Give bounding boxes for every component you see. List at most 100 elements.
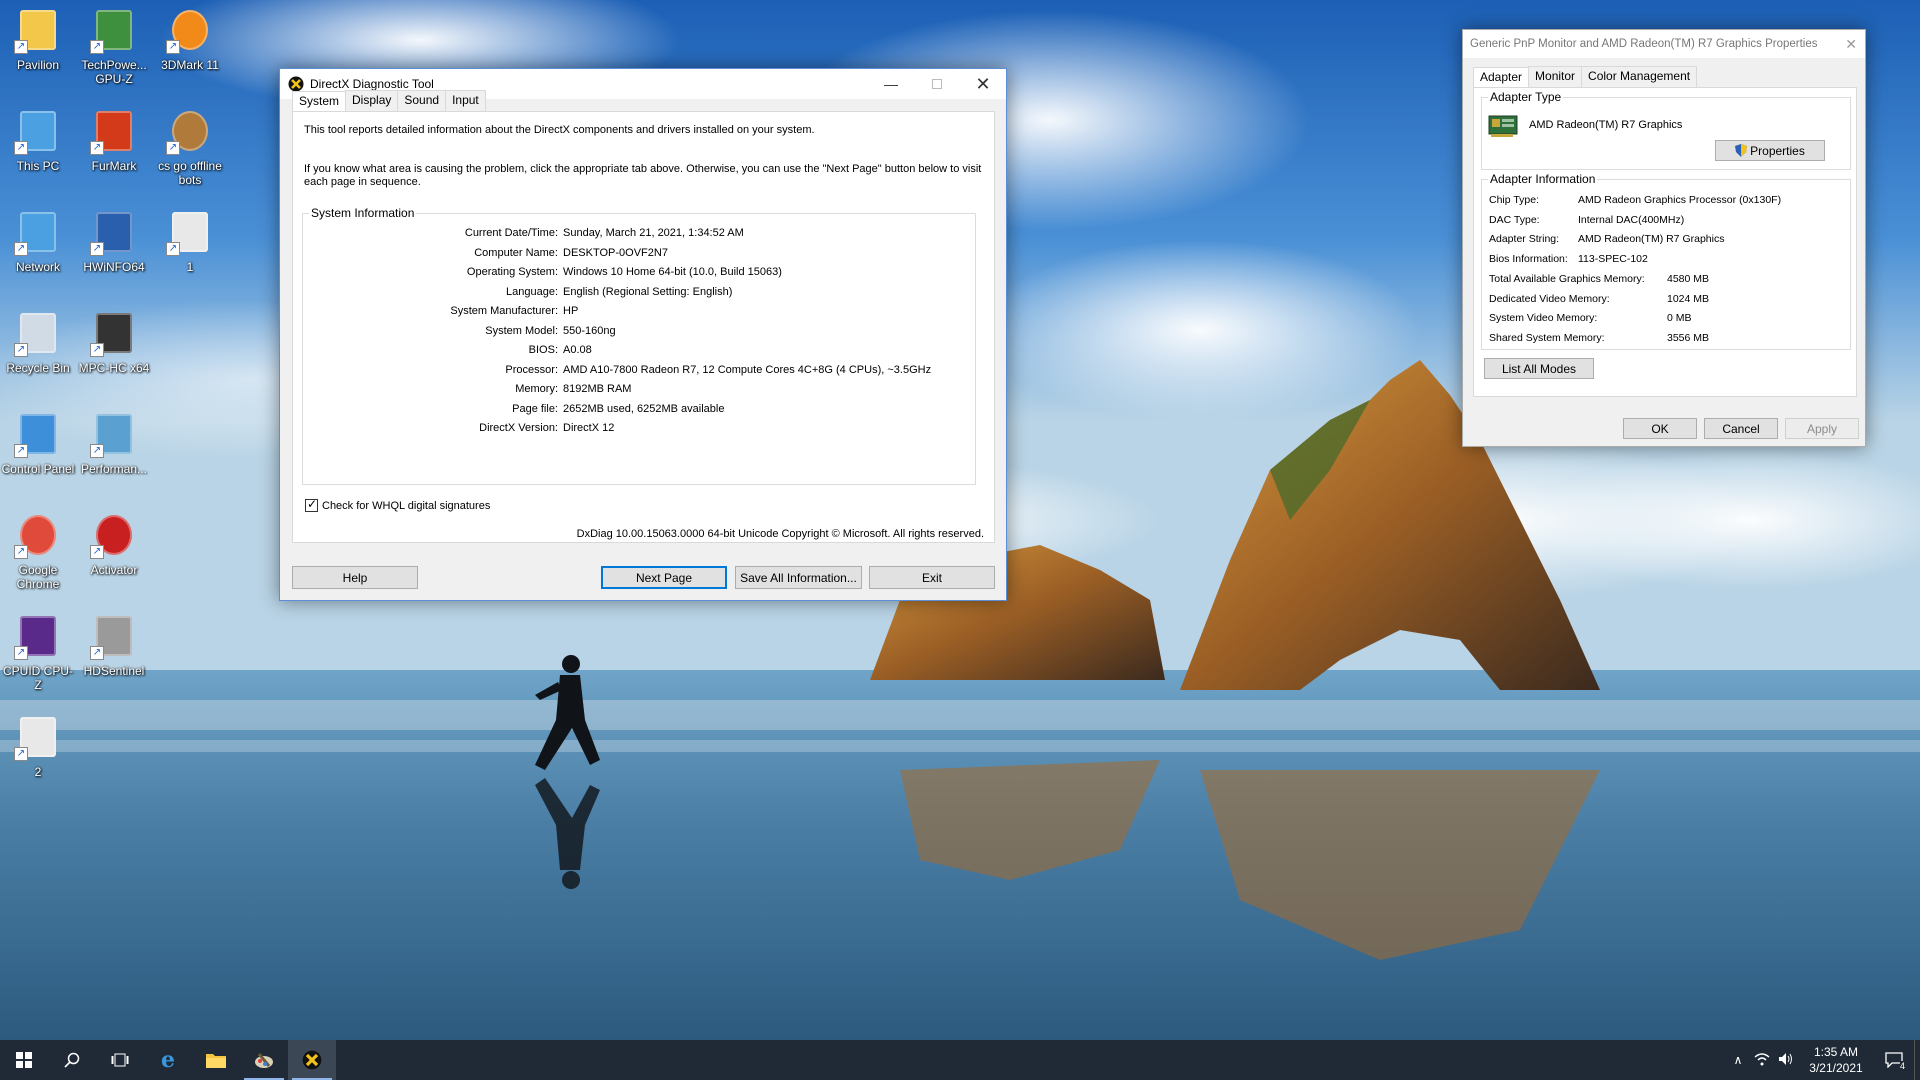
tab-color-management[interactable]: Color Management: [1581, 66, 1698, 87]
system-info-label: Computer Name:: [474, 246, 558, 259]
intro-text: This tool reports detailed information a…: [304, 124, 815, 136]
notification-count-badge: 4: [1899, 1061, 1905, 1071]
desktop-icon[interactable]: ↗ Pavilion: [0, 6, 76, 72]
mpc-hc-icon: ↗: [90, 309, 138, 357]
desktop-icon[interactable]: ↗ HWiNFO64: [76, 208, 152, 274]
desktop-icon[interactable]: ↗ Activator: [76, 511, 152, 577]
file-explorer-icon: [206, 1054, 226, 1068]
help-button[interactable]: Help: [292, 566, 418, 589]
desktop-icon[interactable]: ↗ CPUID CPU-Z: [0, 612, 76, 692]
tab-input[interactable]: Input: [445, 90, 486, 111]
adapter-tab-panel: Adapter Type AMD Radeon(TM) R7 Graphics …: [1473, 87, 1857, 397]
whql-checkbox[interactable]: [305, 497, 318, 512]
whql-checkbox-row[interactable]: Check for WHQL digital signatures: [305, 497, 490, 512]
desktop-icon[interactable]: ↗ Recycle Bin: [0, 309, 76, 375]
show-desktop-button[interactable]: [1914, 1040, 1920, 1080]
taskbar-edge[interactable]: e: [144, 1040, 192, 1080]
hwinfo-icon: ↗: [90, 208, 138, 256]
3dmark-icon: ↗: [166, 6, 214, 54]
cancel-button[interactable]: Cancel: [1704, 418, 1778, 439]
tab-display[interactable]: Display: [345, 90, 399, 111]
save-all-information-button[interactable]: Save All Information...: [735, 566, 862, 589]
memory-info-value: 1024 MB: [1667, 292, 1710, 305]
csgo-icon: ↗: [166, 107, 214, 155]
task-view-icon: [111, 1053, 129, 1067]
desktop-icon[interactable]: ↗ FurMark: [76, 107, 152, 173]
show-hidden-icons-chevron-up-icon[interactable]: ∧: [1726, 1053, 1750, 1067]
start-button[interactable]: [0, 1040, 48, 1080]
minimize-icon: —: [884, 76, 898, 92]
tab-monitor[interactable]: Monitor: [1528, 66, 1583, 87]
system-info-value: DESKTOP-0OVF2N7: [563, 246, 668, 259]
system-info-value: HP: [563, 305, 579, 317]
volume-icon[interactable]: [1774, 1052, 1798, 1069]
maximize-button[interactable]: [914, 69, 960, 99]
search-button[interactable]: [48, 1040, 96, 1080]
adapter-properties-button[interactable]: Properties: [1715, 140, 1825, 161]
desktop-icon[interactable]: ↗ Performan...: [76, 410, 152, 476]
desktop-icon[interactable]: ↗ MPC-HC x64: [76, 309, 152, 375]
adapter-information-title: Adapter Information: [1490, 172, 1596, 186]
taskbar-file-explorer[interactable]: [192, 1040, 240, 1080]
network-icon: ↗: [14, 208, 62, 256]
adapter-properties-window: Generic PnP Monitor and AMD Radeon(TM) R…: [1462, 29, 1866, 447]
next-page-button[interactable]: Next Page: [601, 566, 727, 589]
system-info-value: DirectX 12: [563, 422, 615, 434]
adapter-name: AMD Radeon(TM) R7 Graphics: [1529, 119, 1683, 131]
apply-button[interactable]: Apply: [1785, 418, 1859, 439]
desktop-icon-label: Activator: [90, 563, 138, 577]
ok-button[interactable]: OK: [1623, 418, 1697, 439]
adapter-properties-titlebar[interactable]: Generic PnP Monitor and AMD Radeon(TM) R…: [1463, 30, 1865, 58]
memory-info-label: Shared System Memory:: [1489, 331, 1605, 344]
desktop-icon[interactable]: ↗ Control Panel: [0, 410, 76, 476]
tab-sound[interactable]: Sound: [397, 90, 447, 111]
copyright-text: DxDiag 10.00.15063.0000 64-bit Unicode C…: [576, 528, 984, 540]
desktop-icon[interactable]: ↗ This PC: [0, 107, 76, 173]
adapter-info-value: AMD Radeon Graphics Processor (0x130F): [1578, 194, 1782, 206]
desktop-icon[interactable]: ↗ 1: [152, 208, 228, 274]
desktop-icon-label: Recycle Bin: [6, 361, 70, 375]
taskbar-dxdiag[interactable]: [288, 1040, 336, 1080]
close-button[interactable]: ✕: [960, 69, 1006, 99]
system-info-label: Language:: [506, 285, 558, 298]
adapter-info-label: DAC Type:: [1489, 213, 1540, 226]
taskbar-display-settings[interactable]: [240, 1040, 288, 1080]
minimize-button[interactable]: —: [868, 69, 914, 99]
search-icon: [64, 1052, 80, 1068]
system-info-label: Current Date/Time:: [464, 227, 558, 239]
close-icon[interactable]: ✕: [1845, 36, 1857, 53]
clock-time: 1:35 AM: [1813, 1045, 1859, 1059]
adapter-info-label: Bios Information:: [1489, 252, 1568, 265]
desktop-icon[interactable]: ↗ Network: [0, 208, 76, 274]
list-all-modes-button[interactable]: List All Modes: [1484, 358, 1594, 379]
performance-icon: ↗: [90, 410, 138, 458]
desktop-icon[interactable]: ↗ TechPowe... GPU-Z: [76, 6, 152, 86]
taskbar-clock[interactable]: 1:35 AM 3/21/2021: [1798, 1044, 1874, 1076]
system-info-label: Memory:: [515, 383, 558, 395]
adapter-info-value: 113-SPEC-102: [1578, 252, 1648, 265]
furmark-icon: ↗: [90, 107, 138, 155]
adapter-info-label: Adapter String:: [1489, 233, 1560, 245]
desktop-icon[interactable]: ↗ 2: [0, 713, 76, 779]
desktop-icon-label: CPUID CPU-Z: [2, 664, 73, 692]
system-info-value: 550-160ng: [563, 324, 616, 337]
desktop-icon[interactable]: ↗ 3DMark 11: [152, 6, 228, 72]
gpu-z-icon: ↗: [90, 6, 138, 54]
memory-info-label: Total Available Graphics Memory:: [1489, 273, 1645, 285]
task-view-button[interactable]: [96, 1040, 144, 1080]
action-center-button[interactable]: 4: [1874, 1040, 1914, 1080]
desktop-icon[interactable]: ↗ cs go offline bots: [152, 107, 228, 187]
desktop-icon[interactable]: ↗ HDSentinel: [76, 612, 152, 678]
desktop-icon[interactable]: ↗ Google Chrome: [0, 511, 76, 591]
network-icon[interactable]: [1750, 1052, 1774, 1069]
tab-adapter[interactable]: Adapter: [1473, 67, 1530, 88]
exit-button[interactable]: Exit: [869, 566, 995, 589]
dxdiag-window: DirectX Diagnostic Tool — ✕ System Displ…: [279, 68, 1007, 601]
system-info-value: A0.08: [563, 344, 592, 356]
adapter-type-title: Adapter Type: [1490, 90, 1562, 104]
desktop-icon-label: This PC: [16, 159, 60, 173]
display-properties-icon: [255, 1053, 273, 1068]
tab-system[interactable]: System: [292, 91, 347, 112]
desktop-icon-label: 3DMark 11: [161, 58, 219, 72]
maximize-icon: [932, 79, 942, 89]
